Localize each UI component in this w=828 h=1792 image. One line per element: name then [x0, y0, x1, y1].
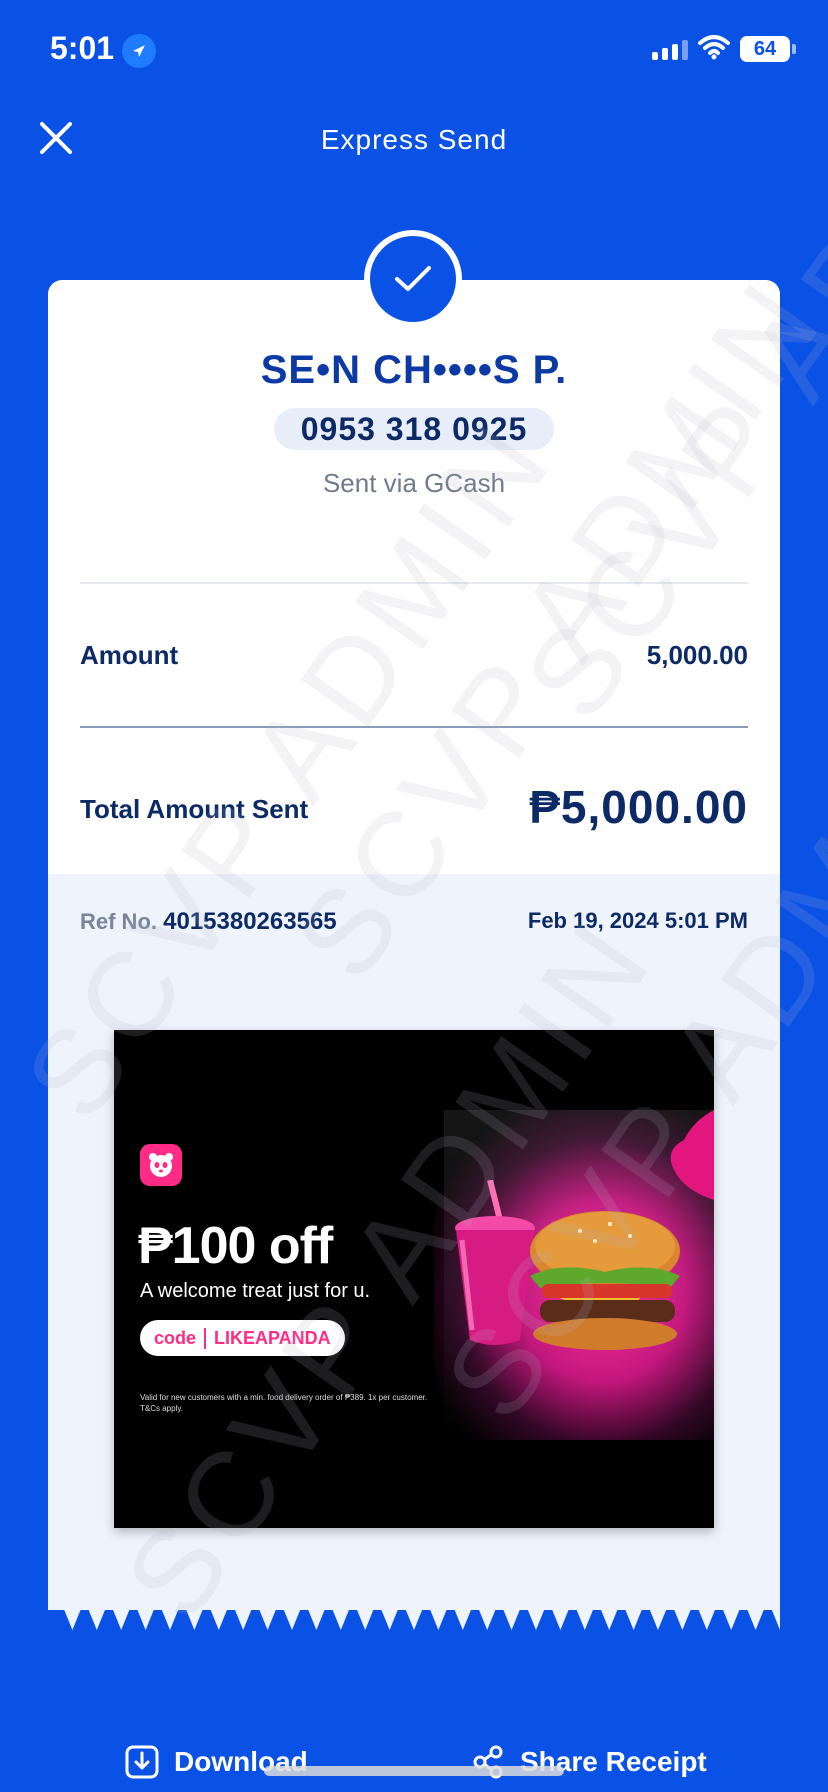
receipt-tear-edge	[48, 1600, 780, 1630]
sent-via-label: Sent via GCash	[322, 468, 506, 498]
total-value: ₱5,000.00	[529, 781, 748, 833]
transaction-datetime: Feb 19, 2024 5:01 PM	[527, 908, 748, 933]
amount-label: Amount	[80, 640, 179, 670]
home-indicator	[264, 1766, 564, 1776]
foodpanda-logo-icon	[140, 1144, 182, 1186]
success-check-icon	[364, 230, 462, 328]
recipient-name: SE•N CH••••S P.	[260, 348, 568, 392]
status-time: 5:01	[50, 30, 115, 66]
amount-value: 5,000.00	[646, 640, 748, 670]
promo-headline: ₱100 off	[138, 1217, 333, 1275]
cellular-signal-icon	[652, 40, 688, 60]
promo-banner[interactable]: ₱100 off A welcome treat just for u. cod…	[114, 1030, 714, 1528]
promo-code-label: code	[154, 1327, 207, 1349]
promo-code-value: LIKEAPANDA	[214, 1327, 331, 1348]
recipient-phone: 0953 318 0925	[274, 408, 554, 450]
page-title: Express Send	[320, 124, 508, 155]
burger-icon	[530, 1211, 680, 1350]
promo-code-pill: code LIKEAPANDA	[140, 1320, 345, 1356]
divider	[80, 726, 748, 728]
ref-value: 4015380263565	[163, 908, 337, 935]
ref-label: Ref No.	[80, 909, 157, 934]
wifi-icon	[698, 34, 730, 65]
pink-splash-icon	[670, 1110, 714, 1200]
download-icon	[125, 1745, 159, 1779]
reference-number: Ref No. 4015380263565	[80, 908, 337, 936]
receipt-card: SE•N CH••••S P. 0953 318 0925 Sent via G…	[48, 280, 780, 1610]
battery-icon: 64	[740, 36, 796, 62]
status-bar: 5:01 64	[0, 0, 828, 100]
promo-subtitle: A welcome treat just for u.	[140, 1280, 371, 1302]
total-label: Total Amount Sent	[80, 794, 309, 824]
promo-fine-print: Valid for new customers with a min. food…	[140, 1393, 428, 1413]
divider	[80, 582, 748, 584]
location-arrow-icon	[122, 34, 156, 68]
